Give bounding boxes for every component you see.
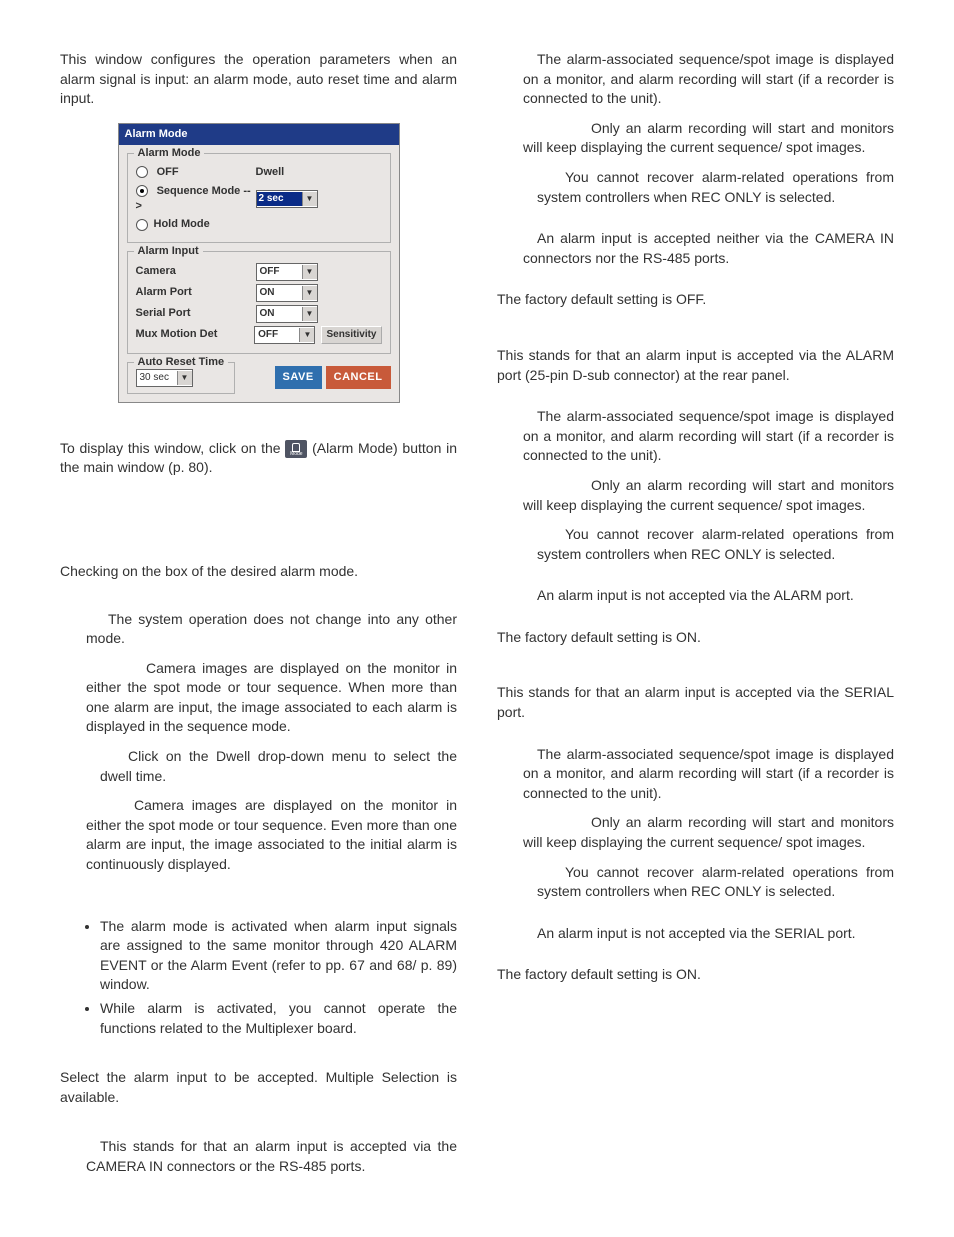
chevron-down-icon[interactable]: ▼ xyxy=(302,307,317,321)
radio-hold[interactable] xyxy=(136,219,148,231)
note-reconly2: You cannot recover alarm-related operati… xyxy=(497,525,894,564)
dwell-label: Dwell xyxy=(256,165,296,180)
serial-port-select[interactable]: ON ▼ xyxy=(256,305,318,323)
bullet-1: The alarm mode is activated when alarm i… xyxy=(100,917,457,995)
assoc3: The alarm-associated sequence/spot image… xyxy=(497,745,894,804)
alarm-port-desc: This stands for that an alarm input is a… xyxy=(497,346,894,385)
off-serial: An alarm input is not accepted via the S… xyxy=(497,924,894,944)
assoc1: The alarm-associated sequence/spot image… xyxy=(497,50,894,109)
chevron-down-icon[interactable]: ▼ xyxy=(302,192,317,206)
alarm-port-label: Alarm Port xyxy=(136,285,256,300)
assoc2: The alarm-associated sequence/spot image… xyxy=(497,407,894,466)
reconly1: Only an alarm recording will start and m… xyxy=(497,119,894,158)
chevron-down-icon[interactable]: ▼ xyxy=(302,265,317,279)
bullet-2: While alarm is activated, you cannot ope… xyxy=(100,999,457,1038)
default-off: The factory default setting is OFF. xyxy=(497,290,894,310)
dwell-select[interactable]: 2 sec ▼ xyxy=(256,190,318,208)
radio-hold-label: Hold Mode xyxy=(154,217,210,232)
alarm-port-select[interactable]: ON ▼ xyxy=(256,284,318,302)
camera-label: Camera xyxy=(136,264,256,279)
off-camera: An alarm input is accepted neither via t… xyxy=(497,229,894,268)
display-text: To display this window, click on the (Al… xyxy=(60,439,457,478)
note-reconly3: You cannot recover alarm-related operati… xyxy=(497,863,894,902)
para-seq: Camera images are displayed on the monit… xyxy=(60,659,457,737)
reconly3: Only an alarm recording will start and m… xyxy=(497,813,894,852)
serial-port-label: Serial Port xyxy=(136,306,256,321)
note-reconly1: You cannot recover alarm-related operati… xyxy=(497,168,894,207)
group-alarm-input: Alarm Input xyxy=(134,244,203,259)
radio-sequence[interactable] xyxy=(136,185,148,197)
radio-off-label: OFF xyxy=(157,166,179,178)
radio-off[interactable] xyxy=(136,166,148,178)
sensitivity-button[interactable]: Sensitivity xyxy=(321,326,381,344)
chevron-down-icon[interactable]: ▼ xyxy=(177,371,192,385)
default-on2: The factory default setting is ON. xyxy=(497,965,894,985)
group-alarm-mode: Alarm Mode xyxy=(134,146,205,161)
default-on1: The factory default setting is ON. xyxy=(497,628,894,648)
select-input: Select the alarm input to be accepted. M… xyxy=(60,1068,457,1107)
para-dwell: Click on the Dwell drop-down menu to sel… xyxy=(60,747,457,786)
mux-label: Mux Motion Det xyxy=(136,327,255,342)
chevron-down-icon[interactable]: ▼ xyxy=(299,328,314,342)
alarm-mode-icon xyxy=(285,440,307,458)
dialog-title: Alarm Mode xyxy=(119,124,399,145)
off-alarm: An alarm input is not accepted via the A… xyxy=(497,586,894,606)
radio-seq-label: Sequence Mode --> xyxy=(136,185,251,212)
reconly2: Only an alarm recording will start and m… xyxy=(497,476,894,515)
intro-text: This window configures the operation par… xyxy=(60,50,457,109)
reset-select[interactable]: 30 sec ▼ xyxy=(136,369,193,387)
mux-select[interactable]: OFF ▼ xyxy=(254,326,315,344)
camera-select[interactable]: OFF ▼ xyxy=(256,263,318,281)
chevron-down-icon[interactable]: ▼ xyxy=(302,286,317,300)
alarm-mode-dialog: Alarm Mode Alarm Mode OFF Dwell Sequence… xyxy=(118,123,400,403)
save-button[interactable]: SAVE xyxy=(275,366,322,389)
para-sys: The system operation does not change int… xyxy=(60,610,457,649)
camera-in-desc: This stands for that an alarm input is a… xyxy=(60,1137,457,1176)
cancel-button[interactable]: CANCEL xyxy=(326,366,391,389)
serial-desc: This stands for that an alarm input is a… xyxy=(497,683,894,722)
para-hold: Camera images are displayed on the monit… xyxy=(60,796,457,874)
check-desired: Checking on the box of the desired alarm… xyxy=(60,562,457,582)
